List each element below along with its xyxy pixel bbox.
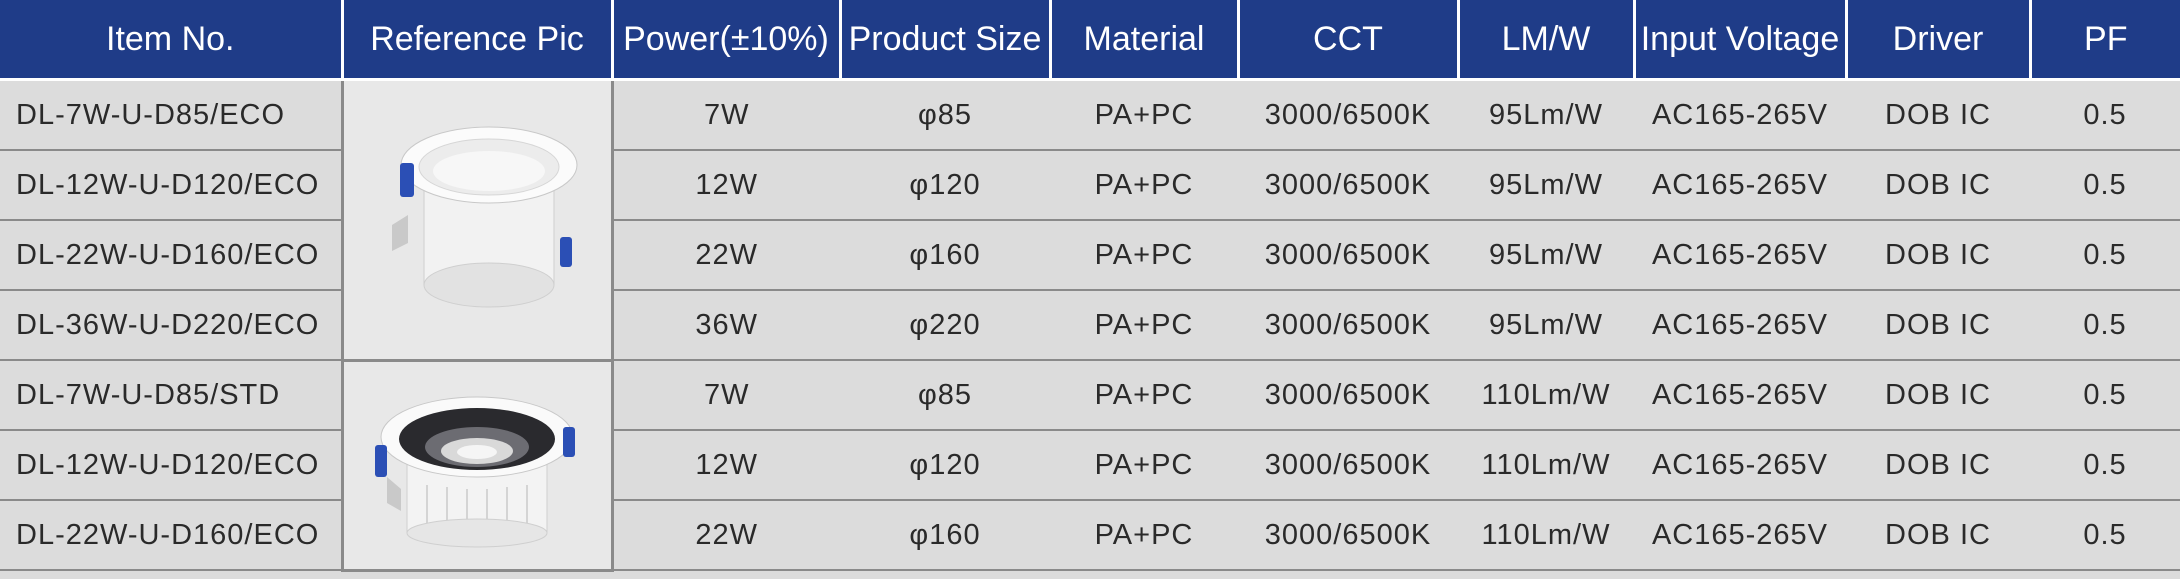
table-row: DL-12W-U-D120/ECO 12W φ120 PA+PC 3000/65… bbox=[0, 150, 2180, 221]
cct-cell: 3000/6500K bbox=[1238, 360, 1458, 431]
header-lmw: LM/W bbox=[1458, 0, 1636, 81]
pf-cell: 0.5 bbox=[2030, 500, 2180, 571]
cct-cell: 3000/6500K bbox=[1238, 290, 1458, 361]
driver-cell: DOB IC bbox=[1846, 150, 2030, 221]
driver-cell: DOB IC bbox=[1846, 220, 2030, 291]
voltage-cell: AC165-265V bbox=[1634, 150, 1846, 221]
table-row: DL-7W-U-D85/STD 7W φ85 PA+PC 3000/6500K … bbox=[0, 358, 2180, 572]
lmw-cell: 95Lm/W bbox=[1458, 220, 1634, 291]
size-cell: φ120 bbox=[840, 430, 1050, 501]
voltage-cell: AC165-265V bbox=[1634, 79, 1846, 151]
header-pf: PF bbox=[2030, 0, 2180, 81]
material-cell: PA+PC bbox=[1050, 79, 1238, 151]
material-cell: PA+PC bbox=[1050, 360, 1238, 431]
material-cell: PA+PC bbox=[1050, 220, 1238, 291]
pf-cell: 0.5 bbox=[2030, 79, 2180, 151]
cct-cell: 3000/6500K bbox=[1238, 150, 1458, 221]
voltage-cell: AC165-265V bbox=[1634, 220, 1846, 291]
voltage-cell: AC165-265V bbox=[1634, 290, 1846, 361]
pf-cell: 0.5 bbox=[2030, 360, 2180, 431]
size-cell: φ220 bbox=[840, 290, 1050, 361]
header-input-voltage: Input Voltage bbox=[1634, 0, 1848, 81]
lmw-cell: 95Lm/W bbox=[1458, 150, 1634, 221]
cct-cell: 3000/6500K bbox=[1238, 500, 1458, 571]
power-cell: 12W bbox=[612, 150, 840, 221]
header-reference-pic: Reference Pic bbox=[342, 0, 614, 81]
header-product-size: Product Size bbox=[840, 0, 1052, 81]
reference-pic-cell bbox=[340, 78, 614, 362]
black-reflector-downlight-icon bbox=[375, 396, 575, 548]
lmw-cell: 110Lm/W bbox=[1458, 430, 1634, 501]
item-no-cell: DL-7W-U-D85/ECO bbox=[0, 79, 342, 151]
size-cell: φ85 bbox=[840, 79, 1050, 151]
material-cell: PA+PC bbox=[1050, 430, 1238, 501]
table-row: DL-12W-U-D120/ECO 12W φ120 PA+PC 3000/65… bbox=[0, 430, 2180, 501]
header-row: Item No. Reference Pic Power(±10%) Produ… bbox=[0, 0, 2180, 81]
power-cell: 12W bbox=[612, 430, 840, 501]
item-no-cell: DL-22W-U-D160/ECO bbox=[0, 500, 342, 571]
size-cell: φ85 bbox=[840, 360, 1050, 431]
cct-cell: 3000/6500K bbox=[1238, 220, 1458, 291]
header-item-no: Item No. bbox=[0, 0, 344, 81]
driver-cell: DOB IC bbox=[1846, 360, 2030, 431]
cct-cell: 3000/6500K bbox=[1238, 430, 1458, 501]
pf-cell: 0.5 bbox=[2030, 430, 2180, 501]
power-cell: 22W bbox=[612, 220, 840, 291]
cct-cell: 3000/6500K bbox=[1238, 79, 1458, 151]
reference-pic-cell bbox=[340, 358, 614, 572]
pf-cell: 0.5 bbox=[2030, 150, 2180, 221]
size-cell: φ160 bbox=[840, 220, 1050, 291]
driver-cell: DOB IC bbox=[1846, 500, 2030, 571]
table-row: DL-7W-U-D85/ECO 7W φ85 PA+PC 3000/6500K … bbox=[0, 78, 2180, 362]
size-cell: φ160 bbox=[840, 500, 1050, 571]
size-cell: φ120 bbox=[840, 150, 1050, 221]
table-row: DL-36W-U-D220/ECO 36W φ220 PA+PC 3000/65… bbox=[0, 290, 2180, 361]
pf-cell: 0.5 bbox=[2030, 290, 2180, 361]
lmw-cell: 95Lm/W bbox=[1458, 290, 1634, 361]
header-cct: CCT bbox=[1238, 0, 1460, 81]
table-row: DL-22W-U-D160/ECO 22W φ160 PA+PC 3000/65… bbox=[0, 220, 2180, 291]
power-cell: 22W bbox=[612, 500, 840, 571]
voltage-cell: AC165-265V bbox=[1634, 500, 1846, 571]
lmw-cell: 110Lm/W bbox=[1458, 500, 1634, 571]
item-no-cell: DL-22W-U-D160/ECO bbox=[0, 220, 342, 291]
power-cell: 36W bbox=[612, 290, 840, 361]
voltage-cell: AC165-265V bbox=[1634, 360, 1846, 431]
item-no-cell: DL-7W-U-D85/STD bbox=[0, 360, 342, 431]
lmw-cell: 95Lm/W bbox=[1458, 79, 1634, 151]
white-downlight-icon bbox=[392, 126, 578, 308]
material-cell: PA+PC bbox=[1050, 150, 1238, 221]
driver-cell: DOB IC bbox=[1846, 430, 2030, 501]
spec-table: Item No. Reference Pic Power(±10%) Produ… bbox=[0, 0, 2180, 572]
material-cell: PA+PC bbox=[1050, 290, 1238, 361]
pf-cell: 0.5 bbox=[2030, 220, 2180, 291]
lmw-cell: 110Lm/W bbox=[1458, 360, 1634, 431]
header-power: Power(±10%) bbox=[612, 0, 842, 81]
power-cell: 7W bbox=[612, 360, 840, 431]
item-no-cell: DL-12W-U-D120/ECO bbox=[0, 150, 342, 221]
material-cell: PA+PC bbox=[1050, 500, 1238, 571]
header-material: Material bbox=[1050, 0, 1240, 81]
item-no-cell: DL-36W-U-D220/ECO bbox=[0, 290, 342, 361]
header-driver: Driver bbox=[1846, 0, 2032, 81]
power-cell: 7W bbox=[612, 79, 840, 151]
item-no-cell: DL-12W-U-D120/ECO bbox=[0, 430, 342, 501]
table-row: DL-22W-U-D160/ECO 22W φ160 PA+PC 3000/65… bbox=[0, 500, 2180, 571]
driver-cell: DOB IC bbox=[1846, 290, 2030, 361]
voltage-cell: AC165-265V bbox=[1634, 430, 1846, 501]
driver-cell: DOB IC bbox=[1846, 79, 2030, 151]
